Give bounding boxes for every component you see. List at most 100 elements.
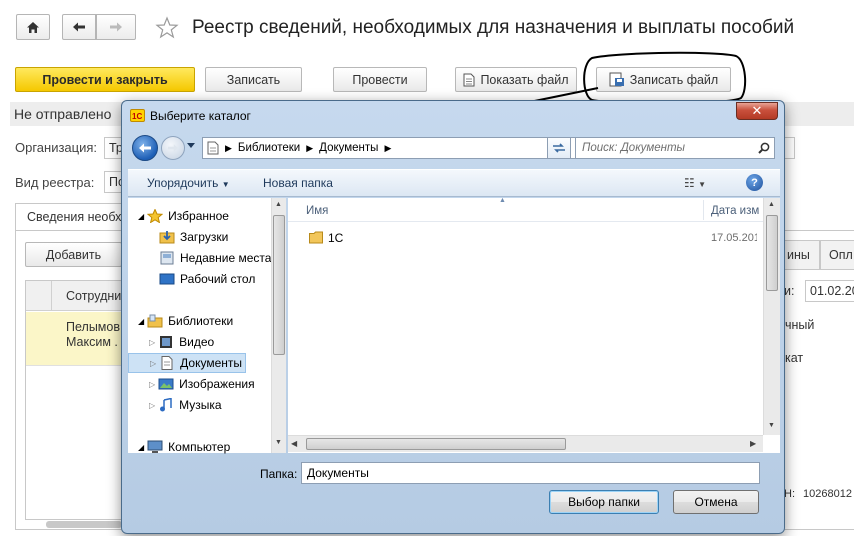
- collapse-arrow-icon: ▷: [149, 400, 156, 410]
- list-hscroll-thumb[interactable]: [306, 438, 566, 450]
- forward-button[interactable]: [96, 14, 136, 40]
- nav-favorites[interactable]: ◢ Избранное: [138, 206, 229, 226]
- tab-right-2-label: Опл: [829, 248, 853, 262]
- nav-desktop-label: Рабочий стол: [180, 272, 256, 286]
- right-text-2: кат: [785, 351, 804, 365]
- nav-images[interactable]: ▷ Изображения: [149, 374, 255, 394]
- column-divider: [703, 200, 704, 220]
- nav-libraries-label: Библиотеки: [168, 314, 234, 328]
- nav-favorites-label: Избранное: [168, 209, 229, 223]
- column-name-header[interactable]: Имя: [306, 205, 328, 217]
- arrow-left-icon: [73, 22, 85, 32]
- scroll-up-icon: ▲: [768, 201, 775, 208]
- post-and-close-button[interactable]: Провести и закрыть: [15, 67, 195, 92]
- add-button[interactable]: Добавить: [25, 242, 122, 267]
- breadcrumb-documents[interactable]: Документы: [319, 142, 378, 154]
- table-hscroll[interactable]: [46, 521, 122, 528]
- row-name-line1: Пелымов: [66, 320, 120, 334]
- nav-computer[interactable]: ◢ Компьютер: [138, 437, 230, 457]
- breadcrumb-libraries[interactable]: Библиотеки: [238, 142, 300, 154]
- breadcrumb-sep-icon: ▶: [384, 142, 392, 153]
- nav-music-label: Музыка: [179, 398, 222, 412]
- list-vscroll-thumb[interactable]: [766, 215, 778, 291]
- nav-scroll-thumb[interactable]: [273, 215, 285, 355]
- dialog-forward-button[interactable]: [161, 136, 185, 160]
- dialog-app-icon: 1C: [130, 109, 145, 122]
- arrow-right-icon: [110, 22, 122, 32]
- nav-downloads[interactable]: Загрузки: [159, 227, 228, 247]
- collapse-arrow-icon: ▷: [149, 337, 156, 347]
- registry-label: Вид реестра:: [15, 175, 95, 190]
- downloads-icon: [159, 231, 175, 244]
- svg-text:1C: 1C: [132, 112, 142, 121]
- view-options-icon[interactable]: ☷ ▼: [684, 176, 706, 190]
- highlight-ellipse: [583, 51, 747, 105]
- folder-label: Папка:: [260, 467, 298, 481]
- tab-info-label: Сведения необх: [27, 210, 122, 224]
- nav-scrollbar[interactable]: ▲ ▼: [271, 198, 286, 453]
- organize-dropdown-icon: ▼: [221, 180, 230, 189]
- images-icon: [158, 378, 174, 390]
- nav-downloads-label: Загрузки: [180, 230, 229, 244]
- organize-label: Упорядочить: [147, 176, 219, 190]
- scroll-left-icon: ◀: [291, 439, 298, 448]
- show-file-label: Показать файл: [480, 72, 569, 87]
- file-list-header: [288, 198, 764, 222]
- nav-documents[interactable]: ▷ Документы: [128, 353, 246, 373]
- organize-menu[interactable]: Упорядочить ▼: [147, 176, 230, 190]
- scroll-down-icon: ▼: [768, 422, 775, 429]
- page-title: Реестр сведений, необходимых для назначе…: [192, 17, 795, 38]
- refresh-icon: [553, 143, 565, 153]
- refresh-button[interactable]: [547, 137, 571, 159]
- search-input[interactable]: Поиск: Документы: [575, 137, 775, 159]
- right-label-1: и:: [784, 284, 795, 298]
- nav-recent[interactable]: Недавние места: [159, 248, 271, 268]
- dialog-close-button[interactable]: ✕: [736, 102, 778, 120]
- breadcrumb-sep-icon: ▶: [225, 142, 232, 153]
- nav-recent-label: Недавние места: [180, 251, 272, 265]
- nav-video-label: Видео: [179, 335, 215, 349]
- cancel-button[interactable]: Отмена: [673, 490, 759, 514]
- status-text: Не отправлено: [14, 106, 112, 122]
- folder-dialog: 1C Выберите каталог ✕ ▶ Библиотеки ▶ Док…: [121, 100, 785, 534]
- tab-right-1[interactable]: ины: [783, 240, 820, 270]
- save-button[interactable]: Записать: [205, 67, 302, 92]
- nav-desktop[interactable]: Рабочий стол: [159, 269, 255, 289]
- list-vscrollbar[interactable]: ▲ ▼: [763, 198, 780, 435]
- right-text-1: чный: [785, 318, 815, 332]
- right-date-field[interactable]: 01.02.201: [805, 280, 854, 302]
- computer-icon: [147, 440, 163, 453]
- dialog-back-button[interactable]: [132, 135, 158, 161]
- nav-computer-label: Компьютер: [168, 440, 231, 454]
- breadcrumb-sep-icon: ▶: [306, 142, 314, 153]
- file-list-pane: ▲ Имя Дата изм 1С 17.05.2014: [288, 197, 780, 453]
- favorite-star[interactable]: [155, 16, 179, 43]
- org-label: Организация:: [15, 140, 98, 155]
- back-button[interactable]: [62, 14, 96, 40]
- row-name-line2: Максим .: [66, 335, 118, 349]
- help-icon[interactable]: ?: [746, 174, 763, 191]
- tab-right-2[interactable]: Опл: [820, 240, 854, 270]
- recent-places-icon: [160, 251, 174, 265]
- folder-input[interactable]: Документы: [301, 462, 760, 484]
- collapse-arrow-icon: ▷: [149, 379, 156, 389]
- libraries-icon: [147, 314, 163, 328]
- column-date-header[interactable]: Дата изм: [711, 205, 759, 217]
- dialog-title: Выберите каталог: [150, 109, 251, 123]
- expand-arrow-icon: ◢: [138, 316, 145, 326]
- history-dropdown-icon[interactable]: [187, 143, 195, 148]
- nav-libraries[interactable]: ◢ Библиотеки: [138, 311, 233, 331]
- select-folder-button[interactable]: Выбор папки: [549, 490, 659, 514]
- list-item[interactable]: 1С 17.05.2014: [306, 229, 757, 247]
- 1c-logo-icon: 1C: [132, 112, 142, 121]
- nav-music[interactable]: ▷ Музыка: [149, 395, 222, 415]
- scroll-up-icon: ▲: [275, 201, 282, 208]
- nav-video[interactable]: ▷ Видео: [149, 332, 214, 352]
- desktop-icon: [159, 273, 175, 285]
- new-folder-button[interactable]: Новая папка: [263, 176, 333, 190]
- tab-info[interactable]: Сведения необх: [15, 203, 135, 231]
- list-hscrollbar[interactable]: ◀ ▶: [288, 435, 763, 452]
- document-icon: [463, 73, 475, 86]
- home-button[interactable]: [16, 14, 50, 40]
- col-employee-header[interactable]: Сотрудни: [66, 289, 121, 303]
